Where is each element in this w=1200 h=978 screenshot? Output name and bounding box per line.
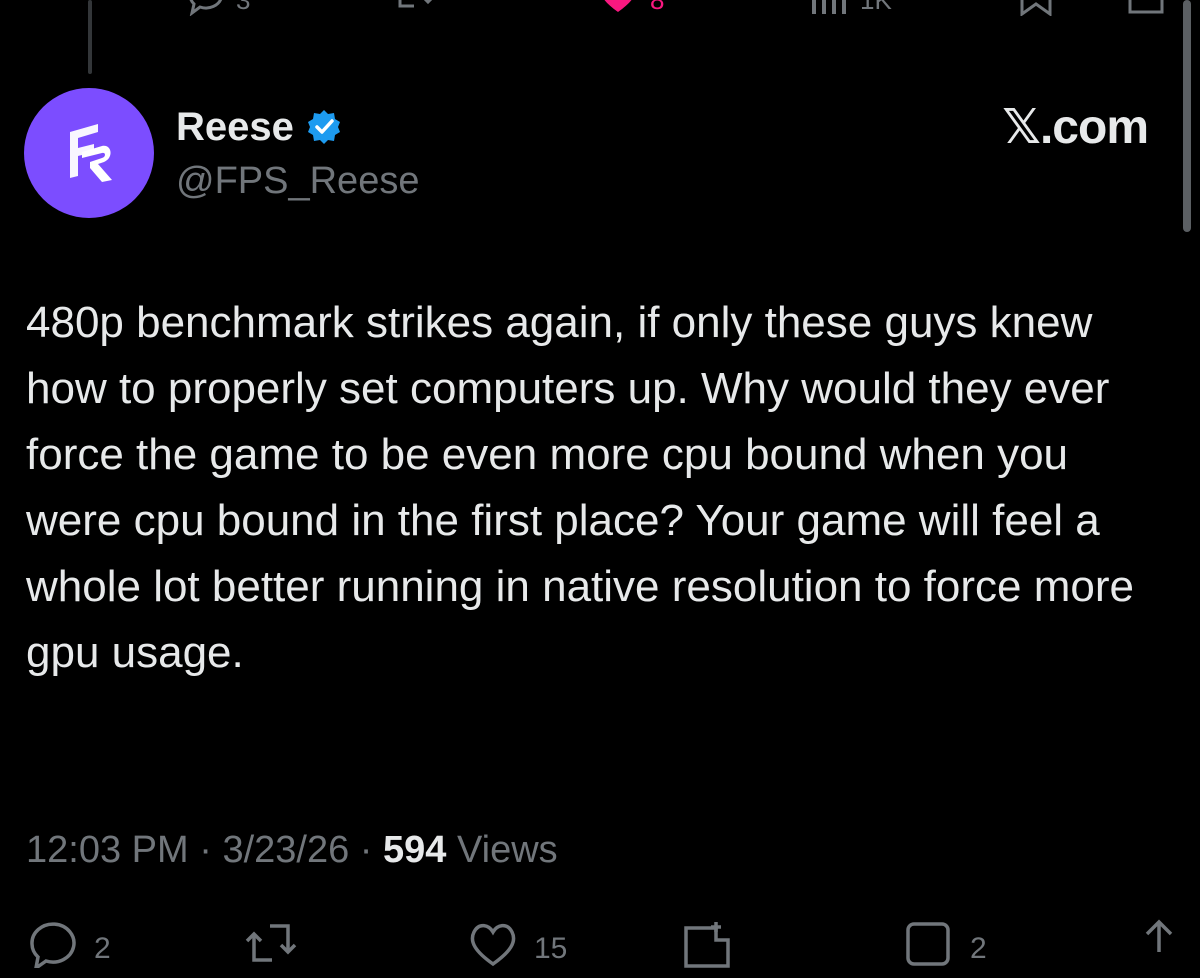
reply-count: 2 [94, 932, 111, 965]
previous-views-button[interactable]: 1K [808, 0, 892, 16]
heart-filled-icon [604, 0, 632, 12]
views-count: 594 [383, 829, 447, 871]
previous-like-button[interactable]: 8 [596, 0, 664, 16]
previous-post-action-bar: 3 8 1K [0, 0, 1200, 20]
previous-views-count: 1K [860, 0, 892, 15]
bookmark-folder-icon [684, 922, 730, 968]
post-time[interactable]: 12:03 PM [26, 829, 189, 871]
share-button[interactable] [1132, 918, 1186, 968]
post-action-bar: 2 15 2 [0, 918, 1200, 978]
reply-icon [189, 0, 223, 16]
display-name-text: Reese [176, 105, 294, 149]
like-count: 15 [534, 932, 568, 965]
author-handle[interactable]: @FPS_Reese [176, 158, 419, 204]
previous-bookmark-button[interactable] [1016, 0, 1056, 16]
repost-icon [245, 924, 297, 962]
post-meta: 12:03 PM · 3/23/26 · 594 Views [26, 826, 558, 874]
views-icon [906, 922, 950, 966]
fr-logo-icon [70, 124, 112, 182]
reply-icon [30, 922, 76, 968]
reply-button[interactable]: 2 [26, 918, 111, 968]
share-icon [1145, 919, 1173, 952]
previous-like-count: 8 [650, 0, 665, 15]
scrollbar[interactable] [1183, 0, 1191, 232]
author-display-name[interactable]: Reese [176, 104, 342, 150]
meta-separator: · [199, 829, 212, 871]
share-count: 2 [970, 932, 987, 965]
repost-button[interactable] [244, 918, 312, 968]
x-com-watermark: 𝕏.com [1002, 101, 1149, 154]
views-bar-chart-icon [812, 0, 846, 14]
verified-badge-icon [307, 110, 340, 144]
post-date[interactable]: 3/23/26 [222, 829, 349, 871]
meta-separator: · [359, 829, 373, 871]
views-label: Views [456, 829, 558, 871]
like-button[interactable]: 15 [466, 918, 567, 968]
share-icon [1128, 0, 1164, 14]
views-button[interactable]: 2 [902, 918, 987, 968]
bookmark-icon [1020, 0, 1052, 16]
previous-repost-button[interactable] [392, 0, 436, 16]
previous-share-button[interactable] [1126, 0, 1166, 16]
thread-connector-line [88, 0, 92, 74]
repost-icon [398, 0, 433, 8]
avatar[interactable] [24, 88, 154, 218]
bookmark-folder-button[interactable] [680, 918, 748, 968]
post-text: 480p benchmark strikes again, if only th… [26, 298, 1134, 677]
heart-icon [470, 923, 516, 967]
previous-reply-count: 3 [236, 0, 251, 15]
previous-reply-button[interactable]: 3 [186, 0, 250, 16]
